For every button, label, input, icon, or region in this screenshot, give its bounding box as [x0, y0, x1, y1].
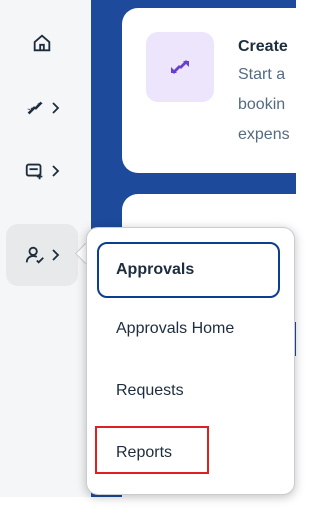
card-description-line: expens — [238, 126, 290, 143]
approvals-nav-button[interactable] — [6, 224, 78, 286]
home-button[interactable] — [6, 12, 78, 74]
chevron-right-icon — [52, 102, 60, 114]
menu-item-requests[interactable]: Requests — [99, 366, 283, 416]
arrows-icon — [26, 101, 44, 115]
card-description-line: Start a — [238, 66, 286, 83]
nav-rail — [0, 0, 91, 497]
card-title: Create — [238, 38, 288, 55]
card-icon — [146, 32, 214, 102]
card-description-line: bookin — [238, 96, 286, 113]
receipt-add-icon — [25, 163, 43, 180]
chevron-right-icon — [52, 249, 60, 261]
arrows-icon — [171, 60, 189, 74]
chevron-right-icon — [52, 165, 60, 177]
home-icon — [33, 34, 51, 52]
menu-item-approvals-home[interactable]: Approvals Home — [99, 304, 283, 354]
expense-button[interactable] — [6, 140, 78, 202]
reports-highlight-box — [95, 426, 209, 474]
menu-header-approvals[interactable]: Approvals — [97, 242, 280, 298]
person-check-icon — [25, 246, 44, 264]
travel-button[interactable] — [6, 77, 78, 139]
